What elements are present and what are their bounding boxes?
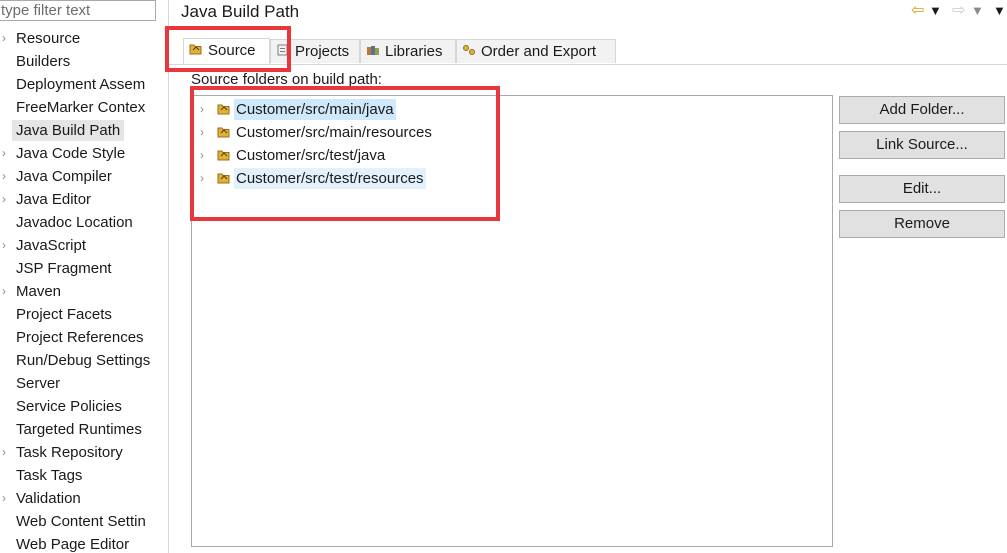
order-export-icon (461, 40, 477, 64)
sidebar-item-server[interactable]: Server (0, 372, 168, 395)
sidebar-item-maven[interactable]: › Maven (0, 280, 168, 303)
libraries-icon (365, 40, 381, 64)
preferences-sidebar: ›Resource Builders Deployment Assem Free… (0, 0, 169, 553)
chevron-right-icon[interactable]: › (2, 280, 12, 303)
link-source-button[interactable]: Link Source... (839, 131, 1005, 159)
chevron-right-icon[interactable]: › (2, 188, 12, 211)
tab-bar: Source Projects Libraries Order and Expo… (168, 38, 1007, 65)
annotation-box-source-folders (190, 86, 500, 221)
sidebar-item-service-policies[interactable]: Service Policies (0, 395, 168, 418)
remove-button[interactable]: Remove (839, 210, 1005, 238)
sidebar-item-run-debug-settings[interactable]: Run/Debug Settings (0, 349, 168, 372)
sidebar-item-project-facets[interactable]: Project Facets (0, 303, 168, 326)
page-title: Java Build Path (181, 2, 300, 21)
chevron-down-icon[interactable]: ▼ (971, 2, 984, 20)
chevron-right-icon[interactable]: › (2, 142, 12, 165)
chevron-right-icon[interactable]: › (2, 27, 12, 50)
tab-libraries[interactable]: Libraries (360, 39, 456, 63)
sidebar-item-web-content-settings[interactable]: Web Content Settin (0, 510, 168, 533)
sidebar-item-java-editor[interactable]: › Java Editor (0, 188, 168, 211)
chevron-down-icon[interactable]: ▼ (929, 2, 942, 20)
sidebar-item-java-build-path[interactable]: Java Build Path (0, 119, 168, 142)
tab-order-and-export[interactable]: Order and Export (456, 39, 616, 63)
sidebar-item-targeted-runtimes[interactable]: Targeted Runtimes (0, 418, 168, 441)
sidebar-item-resource[interactable]: › Resource (0, 27, 168, 50)
sidebar-item-deployment-assembly[interactable]: Deployment Assem (0, 73, 168, 96)
sidebar-item-jsp-fragment[interactable]: JSP Fragment (0, 257, 168, 280)
sidebar-item-task-tags[interactable]: Task Tags (0, 464, 168, 487)
sidebar-item-freemarker-context[interactable]: FreeMarker Contex (0, 96, 168, 119)
view-menu-icon[interactable]: ▼ (993, 2, 1006, 20)
sidebar-item-task-repository[interactable]: › Task Repository (0, 441, 168, 464)
edit-button[interactable]: Edit... (839, 175, 1005, 203)
sidebar-item-project-references[interactable]: Project References (0, 326, 168, 349)
filter-input[interactable] (0, 0, 156, 21)
chevron-right-icon[interactable]: › (2, 441, 12, 464)
sidebar-item-builders[interactable]: Builders (0, 50, 168, 73)
chevron-right-icon[interactable]: › (2, 487, 12, 510)
sidebar-item-web-page-editor[interactable]: Web Page Editor (0, 533, 168, 553)
forward-arrow-icon[interactable]: ⇨ (952, 2, 965, 20)
sidebar-item-java-compiler[interactable]: › Java Compiler (0, 165, 168, 188)
sidebar-item-validation[interactable]: › Validation (0, 487, 168, 510)
annotation-box-source-tab (165, 26, 291, 72)
sidebar-item-javascript[interactable]: › JavaScript (0, 234, 168, 257)
sidebar-item-java-code-style[interactable]: › Java Code Style (0, 142, 168, 165)
chevron-right-icon[interactable]: › (2, 165, 12, 188)
property-page-tree: › Resource Builders Deployment Assem Free… (0, 27, 168, 553)
sidebar-item-javadoc-location[interactable]: Javadoc Location (0, 211, 168, 234)
chevron-right-icon[interactable]: › (2, 234, 12, 257)
back-arrow-icon[interactable]: ⇦ (911, 2, 924, 20)
add-folder-button[interactable]: Add Folder... (839, 96, 1005, 124)
